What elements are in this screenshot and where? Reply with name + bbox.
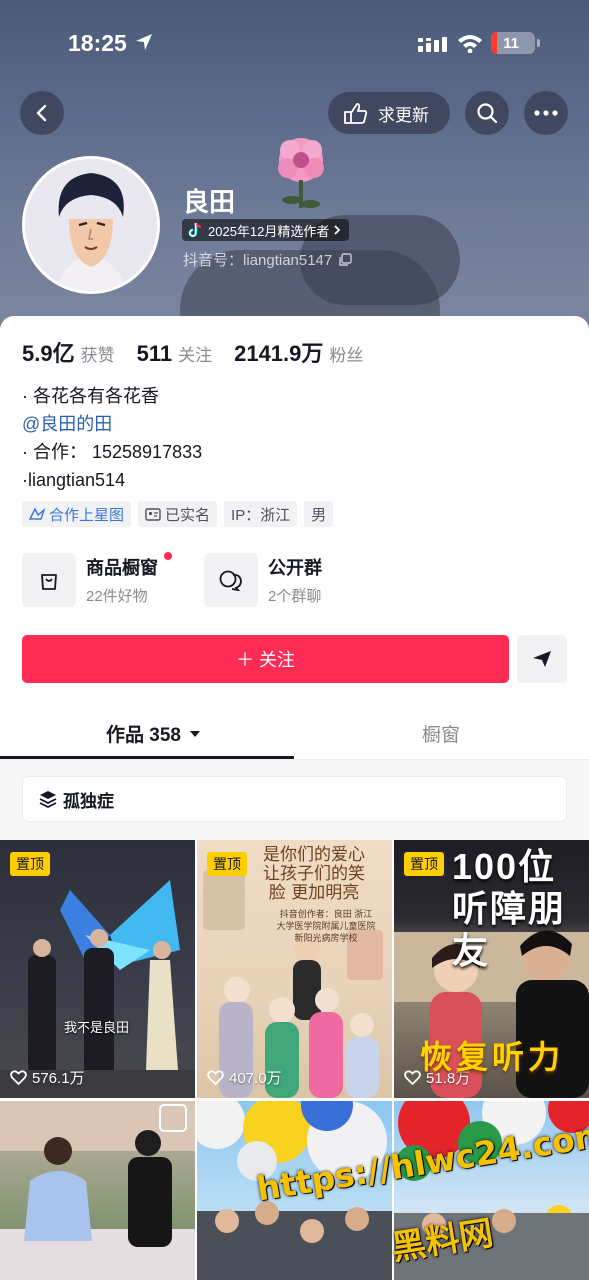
video-headline: 100位 听障朋友 <box>452 846 567 971</box>
video-thumbnail[interactable]: 置顶 我不是良田 576.1万 <box>0 840 195 1098</box>
id-card-icon <box>145 507 161 521</box>
more-dots-icon <box>534 110 558 116</box>
quick-link-subtitle: 22件好物 <box>86 588 148 605</box>
profile-bio: · 各花各有各花香 @良田的田 · 合作： 15258917833 ·liang… <box>22 382 202 494</box>
battery-indicator: 11 <box>491 32 540 54</box>
cellular-signal-icon <box>418 37 447 52</box>
copy-icon[interactable] <box>338 252 352 267</box>
video-thumbnail[interactable] <box>0 1101 195 1280</box>
quick-link-title: 公开群 <box>268 558 322 578</box>
profile-stats: 5.9亿 获赞 511 关注 2141.9万 粉丝 <box>22 336 363 368</box>
quick-link-shop[interactable]: 商品橱窗 22件好物 <box>22 552 172 607</box>
heart-outline-icon <box>404 1070 421 1085</box>
star-map-icon <box>29 507 45 520</box>
status-bar: 18:25 11 <box>0 0 589 86</box>
tag-gender: 男 <box>304 501 334 527</box>
tag-label: IP：浙江 <box>231 506 291 524</box>
featured-author-badge[interactable]: 2025年12月精选作者 <box>182 219 350 241</box>
stat-likes[interactable]: 5.9亿 获赞 <box>22 336 115 368</box>
video-poster-title: 是你们的爱心 让孩子们的笑脸 更加明亮 <box>263 845 365 903</box>
tiktok-logo-icon <box>188 222 202 238</box>
caret-down-icon <box>189 730 200 737</box>
chevron-left-icon <box>36 104 47 122</box>
search-button[interactable] <box>465 91 509 135</box>
quick-link-title: 商品橱窗 <box>86 558 158 578</box>
avatar-illustration <box>25 159 157 291</box>
heart-outline-icon <box>10 1070 27 1085</box>
tag-verified: 已实名 <box>138 501 218 527</box>
tag-label: 合作上星图 <box>49 506 125 524</box>
pinned-badge: 置顶 <box>10 852 50 876</box>
tab-shop[interactable]: 橱窗 <box>422 720 460 747</box>
request-update-button[interactable]: 求更新 <box>328 92 450 134</box>
stat-value: 5.9亿 <box>22 341 75 366</box>
stat-label: 粉丝 <box>329 346 364 365</box>
profile-tags: 合作上星图 已实名 IP：浙江 男 <box>22 501 334 527</box>
collection-filter[interactable]: 孤独症 <box>22 776 567 822</box>
request-update-label: 求更新 <box>378 105 429 125</box>
filter-label: 孤独症 <box>63 791 114 811</box>
tag-star-map[interactable]: 合作上星图 <box>22 501 132 527</box>
bio-line: · 各花各有各花香 <box>22 386 159 406</box>
group-icon-box <box>204 553 258 607</box>
flower-illustration <box>278 138 324 208</box>
chat-group-icon <box>219 570 242 591</box>
tag-ip: IP：浙江 <box>224 501 298 527</box>
profile-name: 良田 <box>183 187 236 217</box>
pinned-badge: 置顶 <box>404 852 444 876</box>
follow-button[interactable]: ＋ 关注 <box>22 635 509 683</box>
douyin-id: 抖音号：liangtian5147 <box>183 252 333 269</box>
pinned-badge: 置顶 <box>207 852 247 876</box>
shopping-bag-icon <box>41 574 57 590</box>
avatar[interactable] <box>22 156 160 294</box>
stat-label: 关注 <box>178 346 213 365</box>
battery-level: 11 <box>503 35 519 52</box>
bio-line: · 合作： 15258917833 <box>22 442 203 462</box>
quick-link-group[interactable]: 公开群 2个群聊 <box>204 553 322 607</box>
tab-works[interactable]: 作品 358 <box>106 720 201 747</box>
stat-label: 获赞 <box>80 346 115 365</box>
send-icon <box>533 651 551 667</box>
video-caption: 我不是良田 <box>64 1020 130 1035</box>
park-scene <box>0 1101 195 1280</box>
video-subheadline: 恢复听力 <box>420 1039 565 1075</box>
likes-count: 576.1万 <box>32 1070 85 1087</box>
video-likes: 407.0万 <box>207 1067 282 1088</box>
shop-icon-box <box>22 553 76 607</box>
layers-icon <box>39 791 57 808</box>
featured-author-label: 2025年12月精选作者 <box>208 223 330 239</box>
profile-tabs: 作品 358 橱窗 <box>0 710 589 760</box>
video-likes: 576.1万 <box>10 1067 85 1088</box>
chevron-right-icon <box>334 225 341 235</box>
video-poster-subtitle: 抖音创作者：良田 浙江大学医学院附属儿童医院 新阳光病房学校 <box>276 909 376 943</box>
bio-mention-link[interactable]: @良田的田 <box>22 410 202 438</box>
tab-works-label: 作品 358 <box>106 725 181 746</box>
back-button[interactable] <box>20 91 64 135</box>
heart-outline-icon <box>207 1070 224 1085</box>
stat-value: 511 <box>136 341 173 366</box>
notification-dot <box>164 552 172 560</box>
stat-following[interactable]: 511 关注 <box>137 341 213 367</box>
stage-scene <box>0 880 195 1098</box>
tab-active-indicator <box>0 756 294 759</box>
tag-label: 男 <box>311 506 327 524</box>
more-button[interactable] <box>524 91 568 135</box>
quick-link-subtitle: 2个群聊 <box>268 588 322 605</box>
battery-nub <box>537 39 540 47</box>
search-icon <box>477 103 498 124</box>
douyin-id-row[interactable]: 抖音号：liangtian5147 <box>183 249 352 270</box>
stat-value: 2141.9万 <box>234 341 324 366</box>
status-time: 18:25 <box>68 30 127 56</box>
likes-count: 407.0万 <box>229 1070 282 1087</box>
hand-pointing-icon <box>344 103 368 124</box>
stat-followers[interactable]: 2141.9万 粉丝 <box>234 336 363 368</box>
bio-line: ·liangtian514 <box>22 470 126 490</box>
location-arrow-icon <box>136 34 152 50</box>
wifi-icon <box>458 35 482 53</box>
tag-label: 已实名 <box>165 506 211 524</box>
send-message-button[interactable] <box>517 635 567 683</box>
